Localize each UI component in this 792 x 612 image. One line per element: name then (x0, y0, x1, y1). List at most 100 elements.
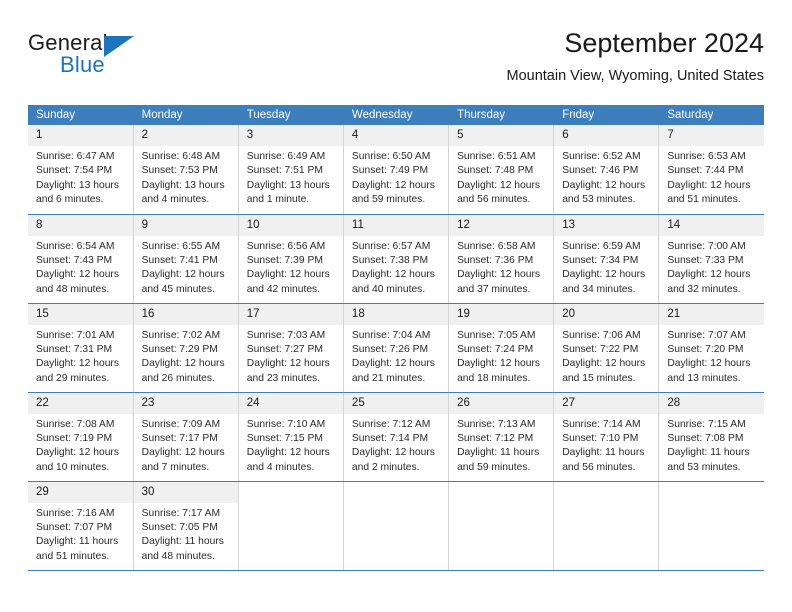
day-info: Sunrise: 7:01 AM Sunset: 7:31 PM Dayligh… (28, 325, 133, 387)
day-cell[interactable]: 29 Sunrise: 7:16 AM Sunset: 7:07 PM Dayl… (28, 481, 134, 571)
brand-logo[interactable]: General Blue (28, 26, 208, 86)
day-info: Sunrise: 7:09 AM Sunset: 7:17 PM Dayligh… (134, 414, 238, 476)
day-cell[interactable]: 20 Sunrise: 7:06 AM Sunset: 7:22 PM Dayl… (553, 303, 660, 393)
day-number: 1 (28, 125, 133, 146)
day-number: 2 (133, 125, 238, 146)
day-cell[interactable]: 7 Sunrise: 6:53 AM Sunset: 7:44 PM Dayli… (658, 125, 764, 215)
sunset-text: Sunset: 7:19 PM (36, 432, 113, 444)
sunset-text: Sunset: 7:05 PM (141, 521, 218, 533)
day-cell[interactable]: 2 Sunrise: 6:48 AM Sunset: 7:53 PM Dayli… (133, 125, 239, 215)
day-info: Sunrise: 6:56 AM Sunset: 7:39 PM Dayligh… (239, 236, 343, 298)
day-number: 7 (659, 125, 764, 146)
sunset-text: Sunset: 7:44 PM (667, 165, 744, 177)
daylight-text: Daylight: 11 hours and 51 minutes. (36, 536, 119, 562)
day-cell[interactable]: 30 Sunrise: 7:17 AM Sunset: 7:05 PM Dayl… (133, 481, 239, 571)
sunrise-text: Sunrise: 7:09 AM (141, 418, 221, 430)
daylight-text: Daylight: 13 hours and 6 minutes. (36, 179, 119, 206)
day-info: Sunrise: 6:49 AM Sunset: 7:51 PM Dayligh… (239, 146, 343, 208)
day-number (449, 481, 554, 503)
calendar-week-row: 15 Sunrise: 7:01 AM Sunset: 7:31 PM Dayl… (28, 303, 764, 393)
day-info: Sunrise: 7:14 AM Sunset: 7:10 PM Dayligh… (554, 414, 658, 476)
day-info: Sunrise: 7:03 AM Sunset: 7:27 PM Dayligh… (239, 325, 343, 387)
day-number (554, 481, 659, 503)
day-cell[interactable]: 11 Sunrise: 6:57 AM Sunset: 7:38 PM Dayl… (343, 214, 450, 304)
day-number (659, 481, 764, 503)
day-number (238, 481, 343, 503)
sunset-text: Sunset: 7:08 PM (667, 432, 744, 444)
day-cell[interactable]: 3 Sunrise: 6:49 AM Sunset: 7:51 PM Dayli… (238, 125, 344, 215)
day-number: 12 (449, 214, 554, 236)
day-cell[interactable]: 13 Sunrise: 6:59 AM Sunset: 7:34 PM Dayl… (553, 214, 660, 304)
day-number: 9 (133, 214, 238, 236)
calendar-week-row: 29 Sunrise: 7:16 AM Sunset: 7:07 PM Dayl… (28, 481, 764, 571)
day-cell[interactable]: 19 Sunrise: 7:05 AM Sunset: 7:24 PM Dayl… (448, 303, 555, 393)
day-cell-empty (238, 481, 344, 571)
day-number: 16 (133, 303, 238, 325)
day-cell[interactable]: 16 Sunrise: 7:02 AM Sunset: 7:29 PM Dayl… (133, 303, 239, 393)
daylight-text: Daylight: 13 hours and 4 minutes. (141, 179, 225, 206)
daylight-text: Daylight: 11 hours and 59 minutes. (457, 447, 540, 473)
day-cell[interactable]: 9 Sunrise: 6:55 AM Sunset: 7:41 PM Dayli… (133, 214, 239, 304)
sunset-text: Sunset: 7:12 PM (457, 432, 534, 444)
day-cell[interactable]: 27 Sunrise: 7:14 AM Sunset: 7:10 PM Dayl… (553, 392, 660, 482)
daylight-text: Daylight: 12 hours and 13 minutes. (667, 358, 751, 384)
sunset-text: Sunset: 7:31 PM (36, 343, 113, 355)
sunset-text: Sunset: 7:15 PM (246, 432, 323, 444)
day-info: Sunrise: 7:13 AM Sunset: 7:12 PM Dayligh… (449, 414, 553, 476)
day-cell[interactable]: 25 Sunrise: 7:12 AM Sunset: 7:14 PM Dayl… (343, 392, 450, 482)
day-info: Sunrise: 7:02 AM Sunset: 7:29 PM Dayligh… (134, 325, 238, 387)
title-block: September 2024 Mountain View, Wyoming, U… (506, 26, 764, 87)
day-cell[interactable]: 1 Sunrise: 6:47 AM Sunset: 7:54 PM Dayli… (28, 125, 134, 215)
day-cell[interactable]: 21 Sunrise: 7:07 AM Sunset: 7:20 PM Dayl… (658, 303, 764, 393)
calendar-body: 1 Sunrise: 6:47 AM Sunset: 7:54 PM Dayli… (28, 125, 764, 571)
sunrise-text: Sunrise: 6:49 AM (246, 151, 326, 162)
day-cell[interactable]: 22 Sunrise: 7:08 AM Sunset: 7:19 PM Dayl… (28, 392, 134, 482)
day-cell[interactable]: 17 Sunrise: 7:03 AM Sunset: 7:27 PM Dayl… (238, 303, 344, 393)
sunset-text: Sunset: 7:46 PM (562, 165, 639, 177)
day-cell[interactable]: 4 Sunrise: 6:50 AM Sunset: 7:49 PM Dayli… (343, 125, 450, 215)
daylight-text: Daylight: 12 hours and 48 minutes. (36, 269, 119, 295)
sunset-text: Sunset: 7:17 PM (141, 432, 218, 444)
daylight-text: Daylight: 12 hours and 10 minutes. (36, 447, 119, 473)
day-cell[interactable]: 18 Sunrise: 7:04 AM Sunset: 7:26 PM Dayl… (343, 303, 450, 393)
day-info: Sunrise: 7:16 AM Sunset: 7:07 PM Dayligh… (28, 503, 133, 565)
day-number: 26 (449, 392, 554, 414)
sunrise-text: Sunrise: 7:04 AM (351, 329, 431, 341)
calendar-header-row-group: Sunday Monday Tuesday Wednesday Thursday… (28, 105, 764, 125)
sunrise-text: Sunrise: 6:52 AM (562, 151, 641, 162)
sunrise-text: Sunrise: 6:48 AM (141, 151, 221, 162)
day-number: 14 (659, 214, 764, 236)
day-number: 19 (449, 303, 554, 325)
day-number: 17 (238, 303, 343, 325)
day-cell[interactable]: 26 Sunrise: 7:13 AM Sunset: 7:12 PM Dayl… (448, 392, 555, 482)
day-info: Sunrise: 7:06 AM Sunset: 7:22 PM Dayligh… (554, 325, 658, 387)
sunset-text: Sunset: 7:39 PM (246, 254, 323, 266)
day-cell[interactable]: 23 Sunrise: 7:09 AM Sunset: 7:17 PM Dayl… (133, 392, 239, 482)
sunset-text: Sunset: 7:43 PM (36, 254, 113, 266)
day-cell[interactable]: 14 Sunrise: 7:00 AM Sunset: 7:33 PM Dayl… (658, 214, 764, 304)
sunset-text: Sunset: 7:07 PM (36, 521, 113, 533)
daylight-text: Daylight: 12 hours and 45 minutes. (141, 269, 225, 295)
weekday-header-friday: Friday (553, 105, 660, 125)
daylight-text: Daylight: 12 hours and 42 minutes. (246, 269, 330, 295)
sunset-text: Sunset: 7:22 PM (562, 343, 639, 355)
sunrise-text: Sunrise: 6:56 AM (246, 240, 326, 252)
sunset-text: Sunset: 7:27 PM (246, 343, 323, 355)
day-cell[interactable]: 5 Sunrise: 6:51 AM Sunset: 7:48 PM Dayli… (448, 125, 555, 215)
day-number: 30 (133, 481, 238, 503)
day-cell[interactable]: 12 Sunrise: 6:58 AM Sunset: 7:36 PM Dayl… (448, 214, 555, 304)
day-number: 13 (554, 214, 659, 236)
day-cell[interactable]: 24 Sunrise: 7:10 AM Sunset: 7:15 PM Dayl… (238, 392, 344, 482)
day-cell[interactable]: 8 Sunrise: 6:54 AM Sunset: 7:43 PM Dayli… (28, 214, 134, 304)
day-cell[interactable]: 6 Sunrise: 6:52 AM Sunset: 7:46 PM Dayli… (553, 125, 660, 215)
day-cell[interactable]: 10 Sunrise: 6:56 AM Sunset: 7:39 PM Dayl… (238, 214, 344, 304)
weekday-header-wednesday: Wednesday (343, 105, 450, 125)
sunrise-text: Sunrise: 7:07 AM (667, 329, 746, 341)
sunrise-text: Sunrise: 6:59 AM (562, 240, 641, 252)
sunrise-text: Sunrise: 7:05 AM (457, 329, 536, 341)
sunset-text: Sunset: 7:41 PM (141, 254, 218, 266)
brand-name-blue: Blue (60, 52, 105, 77)
day-cell[interactable]: 15 Sunrise: 7:01 AM Sunset: 7:31 PM Dayl… (28, 303, 134, 393)
day-cell[interactable]: 28 Sunrise: 7:15 AM Sunset: 7:08 PM Dayl… (658, 392, 764, 482)
sunrise-text: Sunrise: 6:51 AM (457, 151, 536, 162)
